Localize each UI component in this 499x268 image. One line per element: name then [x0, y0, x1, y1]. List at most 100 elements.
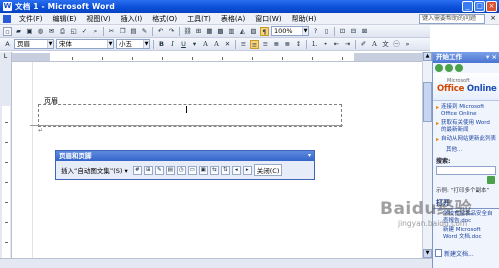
underline-dropdown-icon[interactable]: ▾: [190, 40, 199, 49]
forward-icon[interactable]: [445, 64, 453, 72]
close-document-icon[interactable]: ×: [490, 14, 496, 22]
bold-button[interactable]: B: [157, 40, 166, 49]
back-icon[interactable]: [435, 64, 443, 72]
tab-selector[interactable]: L: [0, 52, 12, 62]
char-scale-icon[interactable]: ✕: [223, 40, 232, 49]
menu-table[interactable]: 表格(A): [216, 14, 250, 24]
scroll-thumb[interactable]: [423, 82, 432, 122]
list-item[interactable]: ▸ 获取有关使用 Word 的最新新闻: [436, 120, 497, 134]
close-window-button[interactable]: ×: [486, 1, 497, 12]
office-online-banner[interactable]: Microsoft Office Online: [433, 73, 499, 101]
menu-format[interactable]: 格式(O): [147, 14, 182, 24]
print-icon[interactable]: ⎙: [58, 27, 67, 36]
show-next-icon[interactable]: ▸: [242, 165, 252, 175]
show-previous-icon[interactable]: ◂: [231, 165, 241, 175]
help-icon[interactable]: ?: [311, 27, 320, 36]
italic-button[interactable]: I: [168, 40, 177, 49]
highlight-icon[interactable]: ✐: [359, 40, 368, 49]
phonetic-guide-icon[interactable]: 文: [381, 40, 390, 49]
document-map-icon[interactable]: ▧: [249, 27, 258, 36]
home-icon[interactable]: [455, 64, 463, 72]
document-icon[interactable]: [3, 14, 11, 23]
hf-toolbar-options-icon[interactable]: ▾: [308, 151, 311, 161]
copy-icon[interactable]: ❐: [118, 27, 127, 36]
format-page-number-icon[interactable]: ✎: [154, 165, 164, 175]
drawing-icon[interactable]: ◭: [238, 27, 247, 36]
permission-icon[interactable]: ◍: [36, 27, 45, 36]
tables-borders-icon[interactable]: ⊞: [194, 27, 203, 36]
extra-icon-1[interactable]: ⊡: [338, 27, 347, 36]
menu-insert[interactable]: 插入(I): [116, 14, 148, 24]
cut-icon[interactable]: ✂: [107, 27, 116, 36]
task-pane-close-icon[interactable]: ▾ ×: [486, 52, 497, 63]
menu-tools[interactable]: 工具(T): [182, 14, 216, 24]
new-document-icon[interactable]: ▫: [3, 26, 12, 36]
email-icon[interactable]: ✉: [47, 27, 56, 36]
align-center-icon[interactable]: ≡: [250, 39, 259, 49]
open-folder-icon[interactable]: ▰: [14, 27, 23, 36]
increase-indent-icon[interactable]: ⇥: [343, 40, 352, 49]
search-input[interactable]: [436, 166, 496, 175]
header-edit-area[interactable]: [38, 104, 342, 127]
bullets-icon[interactable]: •: [321, 40, 330, 49]
align-left-icon[interactable]: ≡: [239, 40, 248, 49]
more-link[interactable]: 其他...: [436, 145, 497, 153]
undo-icon[interactable]: ↶: [156, 27, 165, 36]
show-hide-marks-icon[interactable]: ¶: [260, 26, 269, 36]
extra-icon-2[interactable]: ⊟: [349, 27, 358, 36]
vertical-ruler[interactable]: [0, 62, 12, 258]
header-footer-toolbar[interactable]: 页眉和页脚 ▾ 插入“自动图文集”(S) ▾ # ⊞ ✎ ▤ ◷ ▭ ▣ ⇆ ⇅…: [55, 150, 315, 180]
menu-edit[interactable]: 编辑(E): [48, 14, 82, 24]
underline-button[interactable]: U: [179, 40, 188, 49]
link-auto-update[interactable]: 自动从网站更新此列表: [441, 136, 496, 143]
style-select[interactable]: 页眉 ▼: [14, 39, 54, 49]
more-buttons-icon[interactable]: »: [403, 40, 412, 49]
link-connect-online[interactable]: 连接到 Microsoft Office Online: [441, 104, 497, 118]
switch-header-footer-icon[interactable]: ⇅: [220, 165, 230, 175]
horizontal-ruler[interactable]: [12, 52, 430, 62]
menu-help[interactable]: 帮助(H): [287, 14, 322, 24]
word-app-icon[interactable]: W: [3, 2, 12, 11]
align-right-icon[interactable]: ≡: [261, 40, 270, 49]
insert-table-icon[interactable]: ▦: [205, 27, 214, 36]
styles-pane-icon[interactable]: A: [3, 40, 12, 49]
font-select[interactable]: 宋体 ▼: [56, 39, 114, 49]
list-item[interactable]: ▸ 自动从网站更新此列表: [436, 136, 497, 143]
print-preview-icon[interactable]: ◱: [69, 27, 78, 36]
columns-icon[interactable]: ▥: [227, 27, 236, 36]
paste-icon[interactable]: ▤: [129, 27, 138, 36]
menu-window[interactable]: 窗口(W): [250, 14, 286, 24]
menu-view[interactable]: 视图(V): [81, 14, 115, 24]
zoom-select[interactable]: 100% ▼: [271, 26, 309, 36]
justify-icon[interactable]: ≣: [272, 40, 281, 49]
hf-toolbar-title[interactable]: 页眉和页脚 ▾: [56, 151, 314, 161]
format-painter-icon[interactable]: ✎: [140, 27, 149, 36]
extra-icon-3[interactable]: ⊠: [360, 27, 369, 36]
research-icon[interactable]: ⌕: [91, 27, 100, 36]
page-setup-icon[interactable]: ▭: [187, 165, 197, 175]
maximize-button[interactable]: □: [474, 1, 485, 12]
scroll-up-icon[interactable]: ▲: [423, 52, 432, 61]
link-to-previous-icon[interactable]: ⇆: [209, 165, 219, 175]
char-border-button[interactable]: A: [201, 40, 210, 49]
close-header-footer-button[interactable]: 关闭(C): [253, 164, 283, 176]
read-mode-icon[interactable]: ▯: [322, 27, 331, 36]
font-color-button[interactable]: A: [370, 40, 379, 49]
menu-file[interactable]: 文件(F): [14, 14, 48, 24]
font-size-select[interactable]: 小五 ▼: [116, 39, 150, 49]
insert-page-count-icon[interactable]: ⊞: [143, 165, 153, 175]
hyperlink-icon[interactable]: ⛓: [183, 27, 192, 36]
char-shading-button[interactable]: A: [212, 40, 221, 49]
search-go-icon[interactable]: [487, 176, 495, 184]
insert-date-icon[interactable]: ▤: [165, 165, 175, 175]
save-icon[interactable]: ▣: [25, 27, 34, 36]
link-latest-news[interactable]: 获取有关使用 Word 的最新新闻: [441, 120, 497, 134]
decrease-indent-icon[interactable]: ⇤: [332, 40, 341, 49]
list-item[interactable]: ▸ 连接到 Microsoft Office Online: [436, 104, 497, 118]
minimize-button[interactable]: _: [462, 1, 473, 12]
distributed-icon[interactable]: ≣: [283, 40, 292, 49]
insert-autotext-button[interactable]: 插入“自动图文集”(S) ▾: [58, 163, 131, 177]
redo-icon[interactable]: ↷: [167, 27, 176, 36]
show-hide-text-icon[interactable]: ▣: [198, 165, 208, 175]
help-search-input[interactable]: 键入需要帮助的问题: [419, 14, 485, 24]
